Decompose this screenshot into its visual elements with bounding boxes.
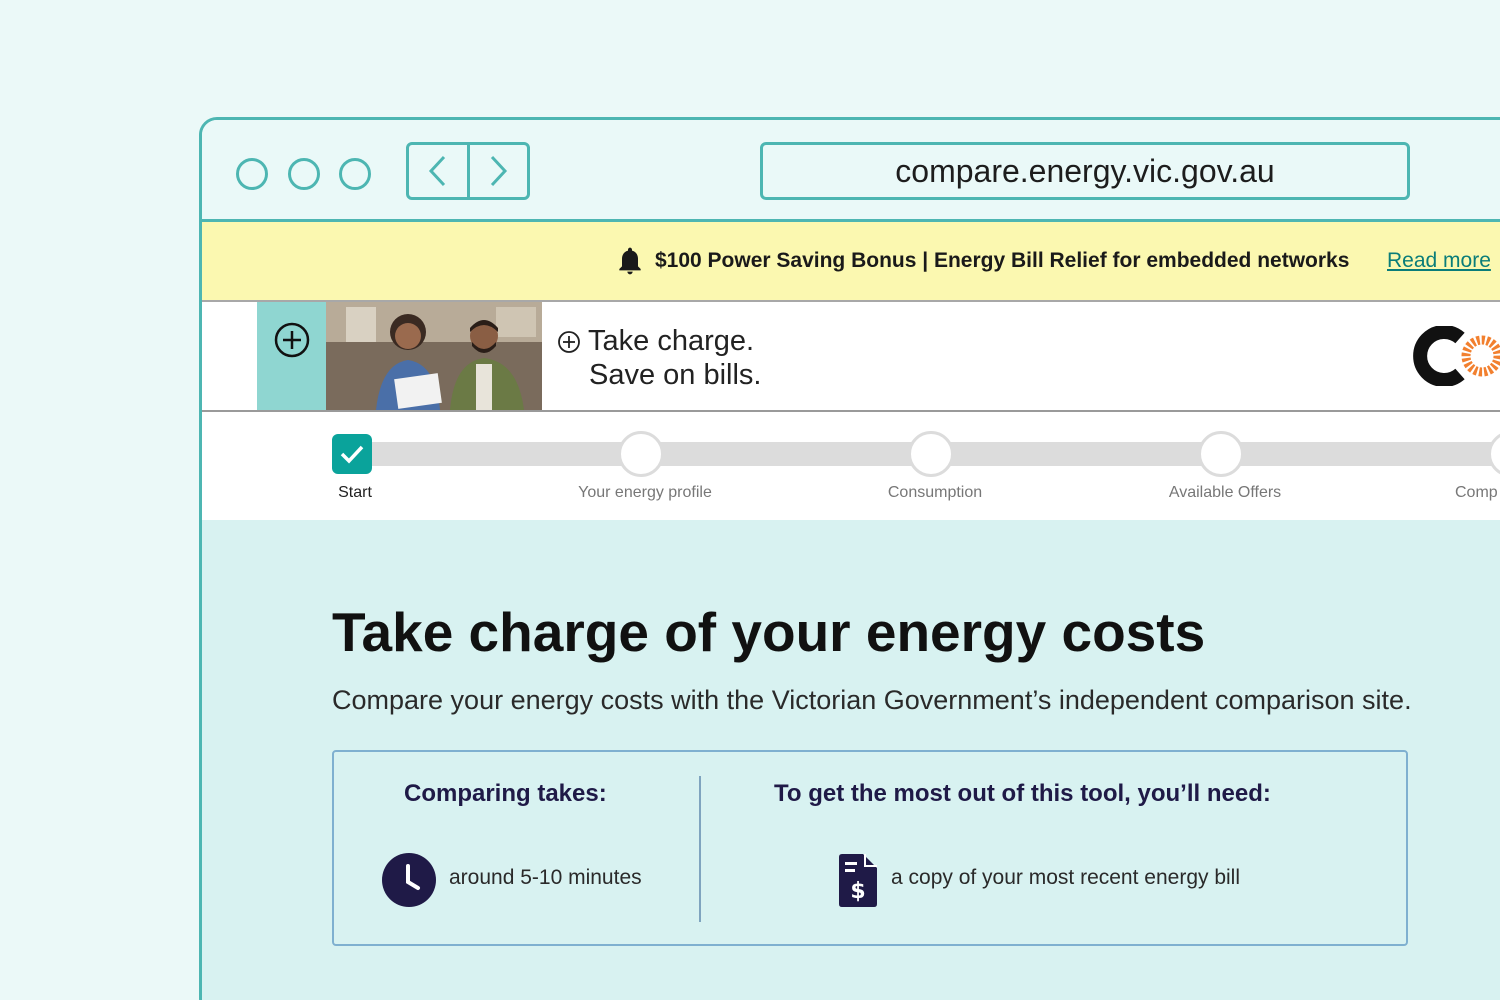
step-label-start[interactable]: Start (338, 484, 372, 502)
step-indicator[interactable] (1488, 431, 1500, 477)
browser-toolbar: compare.energy.vic.gov.au (202, 120, 1500, 222)
page-title: Take charge of your energy costs (332, 601, 1206, 663)
brand-logo (1413, 326, 1500, 386)
banner-tagline: Take charge. Save on bills. (556, 324, 762, 392)
chevron-left-icon (428, 155, 445, 187)
step-complete-indicator[interactable] (332, 434, 372, 474)
step-label-compare[interactable]: Comp (1455, 484, 1498, 502)
window-close-button[interactable] (236, 158, 268, 190)
checkmark-icon (340, 445, 364, 464)
tagline-line-1: Take charge. (588, 325, 755, 357)
browser-window: compare.energy.vic.gov.au $100 Power Sav… (199, 117, 1500, 1000)
bell-icon (619, 247, 641, 275)
step-indicator[interactable] (618, 431, 664, 477)
main-content: Take charge of your energy costs Compare… (202, 520, 1500, 1000)
step-label-available-offers[interactable]: Available Offers (1169, 484, 1281, 502)
step-indicator[interactable] (1198, 431, 1244, 477)
svg-text:$: $ (850, 879, 865, 904)
plus-circle-icon (274, 322, 310, 358)
page-subtitle: Compare your energy costs with the Victo… (332, 685, 1412, 715)
info-box: Comparing takes: around 5-10 minutes To … (332, 750, 1408, 946)
step-label-consumption[interactable]: Consumption (888, 484, 982, 502)
nav-buttons (406, 142, 530, 200)
plus-circle-small-icon (558, 331, 580, 354)
needs-heading: To get the most out of this tool, you’ll… (774, 780, 1271, 807)
chevron-right-icon (491, 155, 508, 187)
clock-icon (382, 853, 436, 907)
info-divider (699, 776, 701, 922)
time-text: around 5-10 minutes (449, 866, 642, 889)
address-bar[interactable]: compare.energy.vic.gov.au (760, 142, 1410, 200)
back-button[interactable] (409, 145, 470, 197)
tagline-line-2: Save on bills. (589, 359, 762, 391)
read-more-link[interactable]: Read more (1387, 249, 1491, 273)
announcement-text: $100 Power Saving Bonus | Energy Bill Re… (655, 249, 1350, 272)
announcement-bar: $100 Power Saving Bonus | Energy Bill Re… (202, 222, 1500, 302)
window-minimize-button[interactable] (288, 158, 320, 190)
window-maximize-button[interactable] (339, 158, 371, 190)
banner-photo (326, 302, 542, 410)
step-indicator[interactable] (908, 431, 954, 477)
needs-text: a copy of your most recent energy bill (891, 866, 1241, 889)
time-heading: Comparing takes: (404, 780, 607, 807)
bill-icon: $ (839, 854, 877, 907)
step-label-energy-profile[interactable]: Your energy profile (578, 484, 712, 502)
progress-stepper: Start Your energy profile Consumption Av… (202, 412, 1500, 520)
forward-button[interactable] (470, 145, 528, 197)
promo-banner[interactable]: Take charge. Save on bills. (202, 302, 1500, 412)
